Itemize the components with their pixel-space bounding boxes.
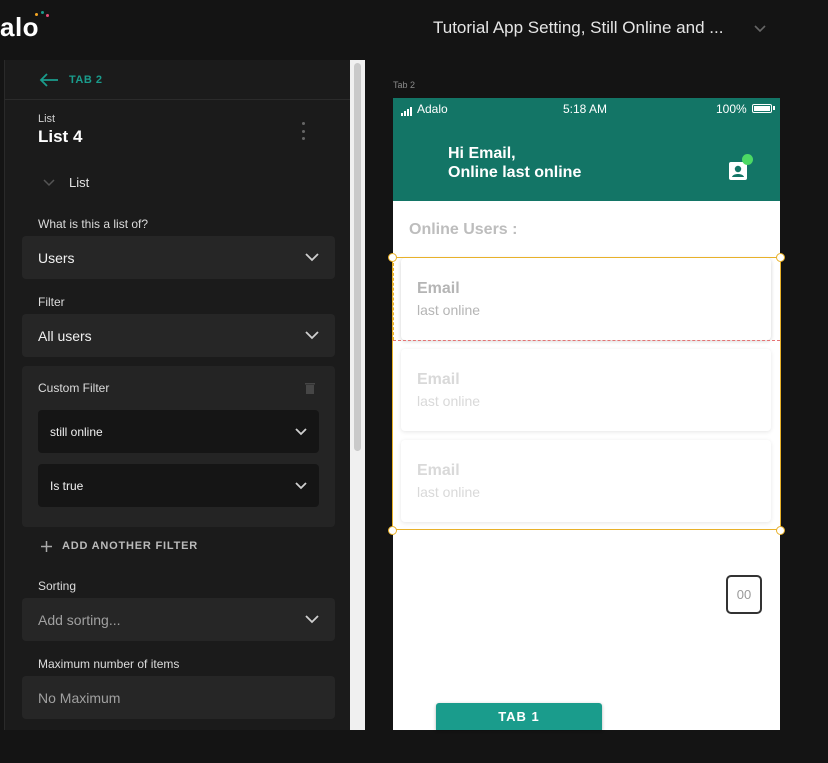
resize-handle-top-left[interactable] — [388, 253, 397, 262]
sorting-placeholder: Add sorting... — [38, 611, 121, 628]
screen-label[interactable]: Tab 2 — [393, 80, 415, 90]
list-section-toggle[interactable]: List — [43, 175, 89, 190]
panel-scrollbar-thumb[interactable] — [354, 63, 361, 451]
chevron-down-icon — [43, 178, 55, 186]
max-items-label: Maximum number of items — [38, 657, 180, 671]
sorting-select[interactable]: Add sorting... — [22, 598, 335, 641]
list-item-guide — [393, 258, 401, 340]
filter-condition-select[interactable]: Is true — [38, 464, 319, 507]
app-header[interactable]: Hi Email, Online last online — [393, 118, 780, 201]
user-card[interactable]: Email last online — [401, 440, 771, 522]
counter-box[interactable]: 00 — [726, 575, 762, 614]
greeting-line-1: Hi Email, — [448, 145, 516, 162]
max-items-placeholder: No Maximum — [38, 689, 121, 706]
user-card[interactable]: Email last online — [401, 349, 771, 431]
online-users-title[interactable]: Online Users : — [409, 221, 517, 239]
app-root: alo Tutorial App Setting, Still Online a… — [0, 0, 828, 763]
list-of-label: What is this a list of? — [38, 217, 149, 231]
battery-icon — [752, 104, 772, 113]
signal-icon — [401, 106, 412, 116]
plus-icon — [41, 540, 52, 552]
arrow-left-icon — [39, 73, 58, 87]
filter-property-select[interactable]: still online — [38, 410, 319, 453]
status-bar: Adalo 5:18 AM 100% — [393, 98, 780, 118]
greeting-line-2: Online last online — [448, 164, 582, 181]
chevron-down-icon — [305, 331, 319, 340]
phone-preview: Adalo 5:18 AM 100% Hi Email, Online last… — [393, 98, 780, 730]
card-last-online: last online — [417, 393, 481, 409]
carrier: Adalo — [401, 102, 448, 116]
filter-label: Filter — [38, 295, 65, 309]
battery-percent: 100% — [716, 102, 747, 116]
add-filter-button[interactable]: ADD ANOTHER FILTER — [41, 540, 198, 552]
divider — [5, 99, 350, 100]
status-time: 5:18 AM — [563, 102, 608, 116]
list-of-value: Users — [38, 249, 75, 266]
card-last-online: last online — [417, 302, 481, 318]
list-item-divider-guide — [393, 340, 780, 341]
filter-property-value: still online — [50, 424, 103, 439]
card-email: Email — [417, 280, 460, 297]
max-items-input[interactable]: No Maximum — [22, 676, 335, 719]
filter-select[interactable]: All users — [22, 314, 335, 357]
custom-filter-box: Custom Filter still online Is true — [22, 366, 335, 527]
filter-value: All users — [38, 327, 92, 344]
properties-panel: TAB 2 List List 4 List What is this a li… — [4, 60, 350, 730]
chevron-down-icon — [305, 615, 319, 624]
trash-icon[interactable] — [305, 382, 315, 394]
resize-handle-bottom-right[interactable] — [776, 526, 785, 535]
chevron-down-icon — [295, 481, 307, 489]
resize-handle-top-right[interactable] — [776, 253, 785, 262]
card-email: Email — [417, 462, 460, 479]
section-label: List — [69, 175, 90, 190]
resize-handle-bottom-left[interactable] — [388, 526, 397, 535]
custom-filter-title: Custom Filter — [38, 381, 110, 395]
more-options-icon[interactable] — [302, 122, 306, 140]
battery-tip — [773, 106, 775, 110]
app-title[interactable]: Tutorial App Setting, Still Online and .… — [433, 18, 723, 38]
sorting-label: Sorting — [38, 579, 77, 593]
chevron-down-icon — [305, 253, 319, 262]
chevron-down-icon[interactable] — [752, 20, 768, 36]
chevron-down-icon — [295, 427, 307, 435]
header-greeting: Hi Email, Online last online — [448, 144, 581, 182]
logo-dots-icon — [31, 11, 51, 21]
carrier-name: Adalo — [417, 102, 448, 116]
component-type: List — [38, 113, 56, 125]
back-button[interactable]: TAB 2 — [39, 72, 102, 88]
list-of-select[interactable]: Users — [22, 236, 335, 279]
online-status-dot — [742, 154, 753, 165]
card-last-online: last online — [417, 484, 481, 500]
card-email: Email — [417, 371, 460, 388]
add-filter-label: ADD ANOTHER FILTER — [62, 540, 199, 552]
filter-condition-value: Is true — [50, 478, 84, 493]
tab-1-button[interactable]: TAB 1 — [436, 703, 602, 730]
back-label: TAB 2 — [69, 74, 103, 86]
user-card[interactable]: Email last online — [401, 258, 771, 340]
component-name[interactable]: List 4 — [38, 127, 82, 147]
